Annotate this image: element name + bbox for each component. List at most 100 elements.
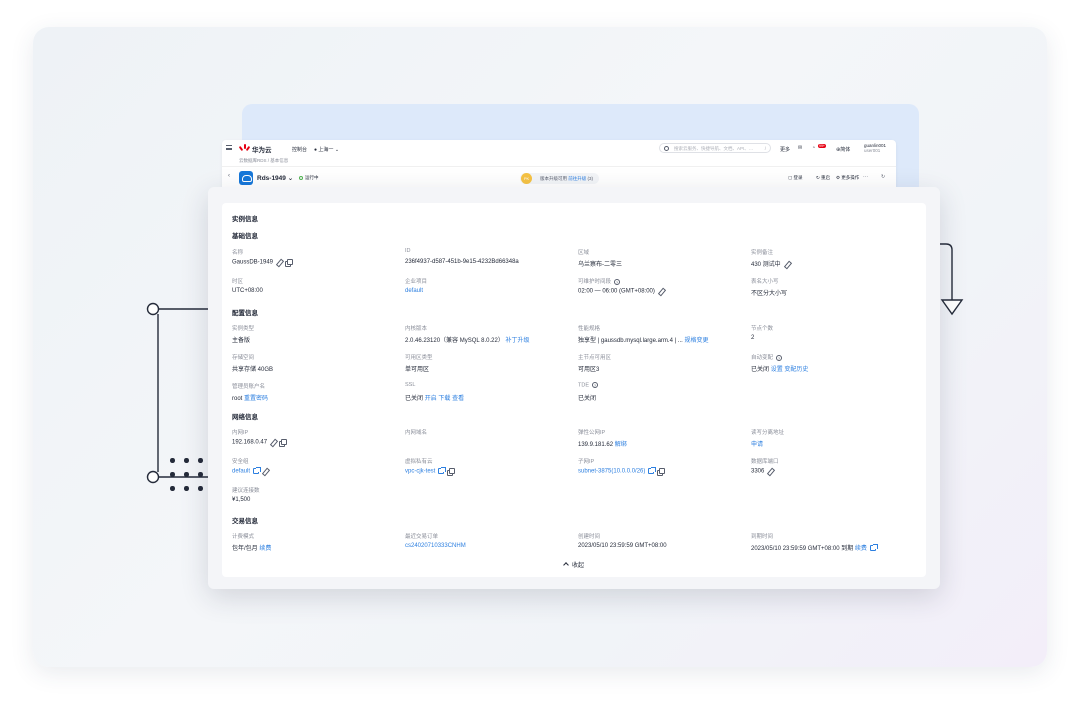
edit-icon[interactable] [767, 468, 773, 474]
field-value: root [232, 396, 243, 402]
field-value: 2023/05/10 23:59:59 GMT+08:00 [578, 543, 667, 549]
field-label: SSL [405, 382, 416, 388]
ssl-view-link[interactable]: 查看 [452, 396, 464, 402]
renew-link[interactable]: 续费 [855, 546, 867, 552]
field-vpc: vpc-cjk-test [405, 467, 455, 476]
patch-upgrade-link[interactable]: 补丁升级 [506, 338, 530, 344]
field-label: 内核版本 [405, 326, 428, 332]
field-label: 建议连接数 [232, 488, 260, 494]
external-link-icon[interactable] [438, 467, 447, 474]
breadcrumb-text[interactable]: 云数据库RDS / 基本信息 [239, 158, 288, 164]
action-more-operations[interactable]: ⚙ 更多操作 [836, 175, 859, 181]
field-value: 包年/包月 [232, 546, 258, 552]
autoscale-history-link[interactable]: 变配历史 [784, 367, 808, 373]
console-link[interactable]: 控制台 [292, 146, 307, 153]
language-switch[interactable]: ⊕简体 [836, 146, 850, 153]
reset-password-link[interactable]: 重置密码 [244, 396, 268, 402]
field-private-ip: 192.168.0.47 [232, 439, 287, 447]
brand-name[interactable]: 华为云 [252, 144, 272, 154]
back-arrow-icon[interactable]: ‹ [228, 173, 230, 179]
action-restart[interactable]: ↻ 重启 [816, 175, 830, 181]
collapse-button[interactable]: 收起 [563, 560, 584, 569]
field-label: 读写分离地址 [751, 430, 785, 436]
field-value: 共享存储 40GB [232, 367, 274, 373]
field-remark: 430 测试中 [751, 259, 790, 268]
section-title-billing: 交易信息 [232, 518, 258, 525]
upgrade-notice[interactable]: PK 版本升级可用 前往升级 (3) [520, 173, 600, 184]
refresh-icon[interactable]: ↻ [881, 174, 885, 180]
action-login[interactable]: ▢ 登录 [788, 175, 803, 181]
more-dots-icon[interactable]: ··· [863, 174, 868, 180]
external-link-icon[interactable] [648, 467, 657, 474]
notification-bell-icon[interactable]: ◔ [812, 145, 815, 151]
copy-icon[interactable] [285, 259, 293, 267]
vpc-link[interactable]: vpc-cjk-test [405, 469, 435, 475]
field-value: 已关闭 [578, 396, 597, 402]
field-label: 可维护时间段? [578, 278, 621, 285]
field-value: 独享型 | gaussdb.mysql.large.arm.4 | ... [578, 338, 683, 344]
message-icon[interactable]: ✉ [798, 145, 802, 151]
field-label: 弹性公网IP [578, 430, 606, 436]
edit-icon[interactable] [658, 288, 664, 294]
field-label: ID [405, 248, 411, 254]
edit-icon[interactable] [262, 468, 268, 474]
field-value: 02:00 — 06:00 (GMT+08:00) [578, 288, 655, 295]
edit-icon[interactable] [270, 439, 276, 445]
subnet-link[interactable]: subnet-3875(10.0.0.0/26) [578, 469, 645, 475]
field-value: 3306 [751, 468, 765, 475]
external-link-icon[interactable] [869, 544, 878, 552]
external-link-icon[interactable] [253, 467, 262, 474]
security-group-link[interactable]: default [232, 469, 250, 475]
help-icon[interactable]: ? [614, 278, 621, 285]
edit-icon[interactable] [276, 259, 282, 265]
field-value: 2.0.46.23120（兼容 MySQL 8.0.22） [405, 338, 504, 344]
copy-icon[interactable] [279, 439, 287, 447]
help-icon[interactable]: ? [776, 354, 783, 361]
field-label: 最近交易订单 [405, 534, 439, 540]
user-account[interactable]: guanlin001 user001 [864, 143, 886, 153]
status-running-icon [299, 175, 303, 180]
field-label: 到期时间 [751, 534, 774, 540]
search-shortcut-hint: / [764, 146, 766, 151]
field-value: 2023/05/10 23:59:59 GMT+08:00 到期 [751, 546, 854, 552]
field-label: 实例类型 [232, 326, 255, 332]
upgrade-link[interactable]: 前往升级 [568, 176, 586, 181]
user-sub-account: user001 [864, 148, 881, 153]
help-icon[interactable]: ? [592, 382, 598, 388]
field-subnet: subnet-3875(10.0.0.0/26) [578, 467, 665, 476]
apply-rw-split-link[interactable]: 申请 [751, 439, 763, 448]
global-search-input[interactable]: 搜索云服务、快捷导航、文档、API、… / [659, 143, 771, 153]
field-kernel-version: 2.0.46.23120（兼容 MySQL 8.0.22） 补丁升级 [405, 335, 530, 344]
renew-link[interactable]: 续费 [259, 546, 271, 552]
copy-icon[interactable] [447, 468, 455, 476]
huawei-logo-icon[interactable] [238, 144, 251, 152]
edit-icon[interactable] [784, 261, 790, 267]
field-admin: root 重置密码 [232, 393, 268, 402]
field-label: 性能规格 [578, 326, 601, 332]
change-spec-link[interactable]: 规格变更 [685, 338, 709, 344]
field-value: 2 [751, 335, 755, 341]
order-link[interactable]: cs24020710333CNHM [405, 543, 466, 549]
region-selector[interactable]: ● 上海一 ⌄ [314, 146, 339, 153]
field-value: 139.9.181.62 [578, 442, 614, 448]
field-label: 存储空间 [232, 355, 255, 361]
more-menu[interactable]: 更多 [780, 146, 790, 153]
decorative-circle-top [146, 302, 160, 316]
chevron-down-icon: ⌄ [333, 147, 340, 153]
region-label: 上海一 [318, 147, 334, 153]
notification-badge: 99+ [818, 144, 826, 148]
instance-name-selector[interactable]: Rds-1949 ⌄ [257, 174, 293, 182]
field-label: 创建时间 [578, 534, 601, 540]
autoscale-settings-link[interactable]: 设置 [771, 367, 783, 373]
copy-icon[interactable] [657, 468, 665, 476]
unbind-eip-link[interactable]: 解绑 [615, 442, 627, 448]
menu-icon[interactable] [226, 145, 232, 150]
enterprise-project-link[interactable]: default [405, 288, 423, 294]
instance-detail-card: 实例信息 基础信息 名称 GaussDB-1949 ID 236f4937-d5… [208, 187, 940, 589]
field-value: GaussDB-1949 [232, 259, 274, 266]
field-label: 内网IP [232, 430, 249, 436]
field-eip: 139.9.181.62 解绑 [578, 439, 627, 448]
ssl-download-link[interactable]: 下载 [438, 396, 450, 402]
ssl-enable-link[interactable]: 开启 [425, 396, 437, 402]
instance-detail-panel: 实例信息 基础信息 名称 GaussDB-1949 ID 236f4937-d5… [222, 203, 926, 577]
